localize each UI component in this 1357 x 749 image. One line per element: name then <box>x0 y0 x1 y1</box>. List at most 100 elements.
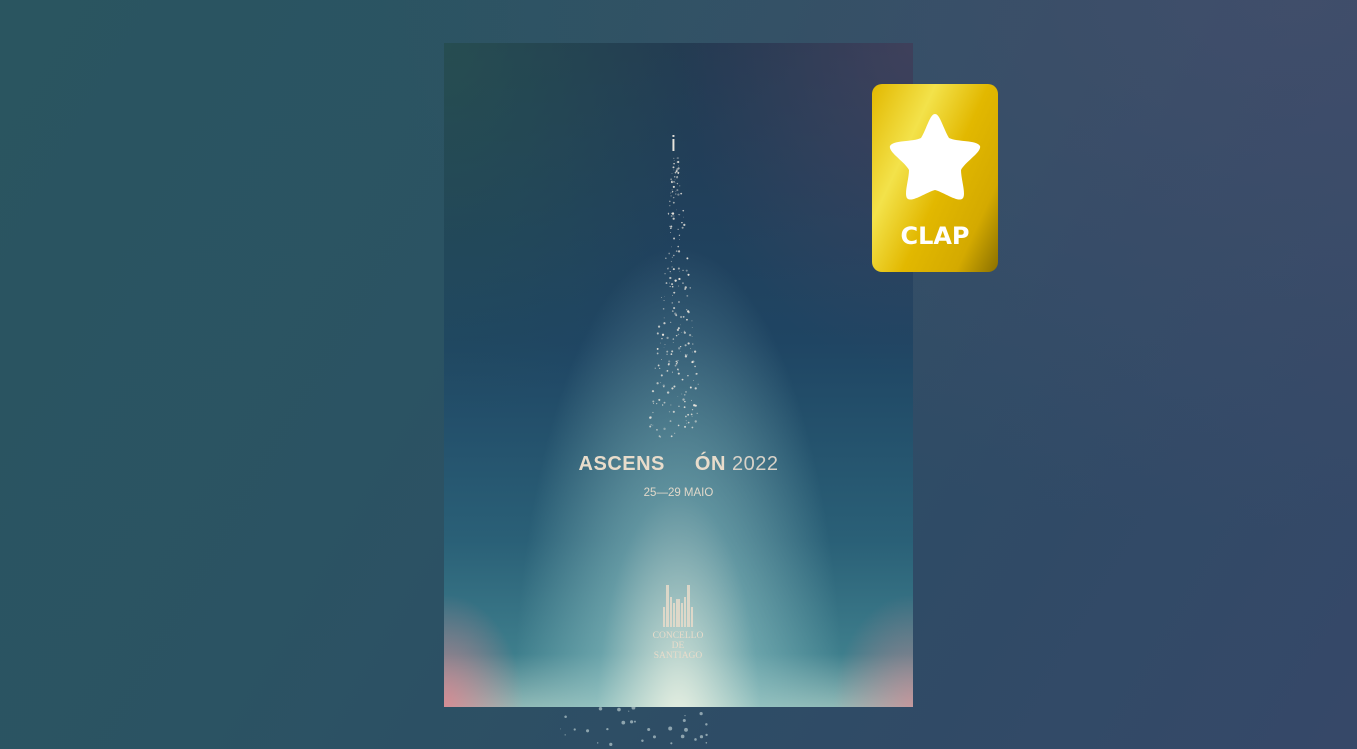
particle <box>687 273 690 276</box>
particle <box>649 425 652 428</box>
particle <box>682 398 685 401</box>
particle <box>670 260 673 263</box>
particle <box>689 386 692 389</box>
particle <box>663 347 665 348</box>
clap-label: CLAP <box>900 222 970 250</box>
particle <box>677 267 680 270</box>
particle <box>686 354 688 356</box>
particle <box>676 209 677 211</box>
title-part-2: ÓN <box>694 453 726 475</box>
particle <box>705 733 708 737</box>
particle <box>666 353 668 355</box>
particle <box>671 387 674 390</box>
particle <box>669 225 671 227</box>
particle <box>658 398 661 401</box>
particle <box>609 742 613 746</box>
clap-badge[interactable]: CLAP <box>872 84 998 272</box>
particle <box>669 205 671 207</box>
particle <box>683 393 686 396</box>
poster-title: ASCENS ÓN 2022 <box>444 453 913 476</box>
particle <box>670 214 673 217</box>
particle <box>674 364 677 367</box>
particle <box>677 172 679 175</box>
particle <box>692 380 694 381</box>
particle <box>652 402 655 405</box>
particle <box>670 273 672 275</box>
particle <box>670 353 673 355</box>
particle <box>680 315 683 319</box>
particle <box>694 365 696 368</box>
particle <box>656 403 658 405</box>
particle <box>665 282 668 284</box>
particle <box>674 171 677 174</box>
particle <box>672 338 675 340</box>
particle <box>691 320 693 322</box>
particle <box>686 257 689 260</box>
particle <box>668 252 671 255</box>
particle <box>663 401 666 404</box>
particle <box>690 348 692 350</box>
particle <box>630 720 634 724</box>
particle <box>652 735 656 739</box>
particle <box>675 176 679 179</box>
particle <box>705 742 708 744</box>
particle <box>656 332 659 335</box>
particle <box>598 707 603 711</box>
particle <box>678 239 680 240</box>
particle <box>691 336 693 337</box>
particle <box>673 215 675 217</box>
particle <box>651 390 655 393</box>
particle <box>663 427 666 431</box>
particle <box>689 287 691 289</box>
particle <box>633 720 636 723</box>
particle <box>675 362 678 365</box>
particle <box>647 727 651 732</box>
particle <box>586 729 590 733</box>
particle <box>656 347 659 350</box>
particle <box>691 399 693 401</box>
particle <box>686 422 688 424</box>
particle <box>661 333 665 336</box>
particle <box>678 347 681 350</box>
particle <box>663 296 665 297</box>
particle <box>660 359 662 360</box>
particle <box>671 285 674 288</box>
particle <box>673 254 675 257</box>
particle <box>678 277 681 281</box>
particle <box>684 715 686 717</box>
particle <box>687 374 689 377</box>
particle <box>672 410 675 413</box>
particle <box>672 217 675 220</box>
particle <box>681 222 683 224</box>
particle <box>673 291 676 294</box>
particle <box>683 406 686 409</box>
particle <box>670 195 672 197</box>
particle <box>670 178 672 181</box>
particle <box>677 160 680 164</box>
particle <box>676 157 679 159</box>
particle <box>681 332 683 333</box>
particle <box>671 189 673 191</box>
particle <box>677 372 680 375</box>
particle <box>677 167 680 170</box>
particle <box>682 315 685 318</box>
particle <box>684 286 687 289</box>
particle <box>666 391 670 394</box>
particle <box>674 279 677 282</box>
particle <box>677 193 680 196</box>
particle <box>662 384 665 387</box>
particle <box>681 226 684 229</box>
particle <box>683 331 686 334</box>
particle <box>656 429 658 431</box>
particle <box>657 364 660 367</box>
particle <box>693 404 696 407</box>
particle <box>671 180 673 183</box>
poster-image[interactable]: i ASCENS ÓN 2022 25—29 MAIO CONCELLO DE S… <box>444 43 913 707</box>
particle <box>671 246 672 248</box>
particle <box>673 306 676 310</box>
particle <box>669 270 671 273</box>
particle <box>685 309 688 311</box>
particle <box>652 411 654 414</box>
particle <box>628 710 630 712</box>
particle <box>685 269 688 272</box>
